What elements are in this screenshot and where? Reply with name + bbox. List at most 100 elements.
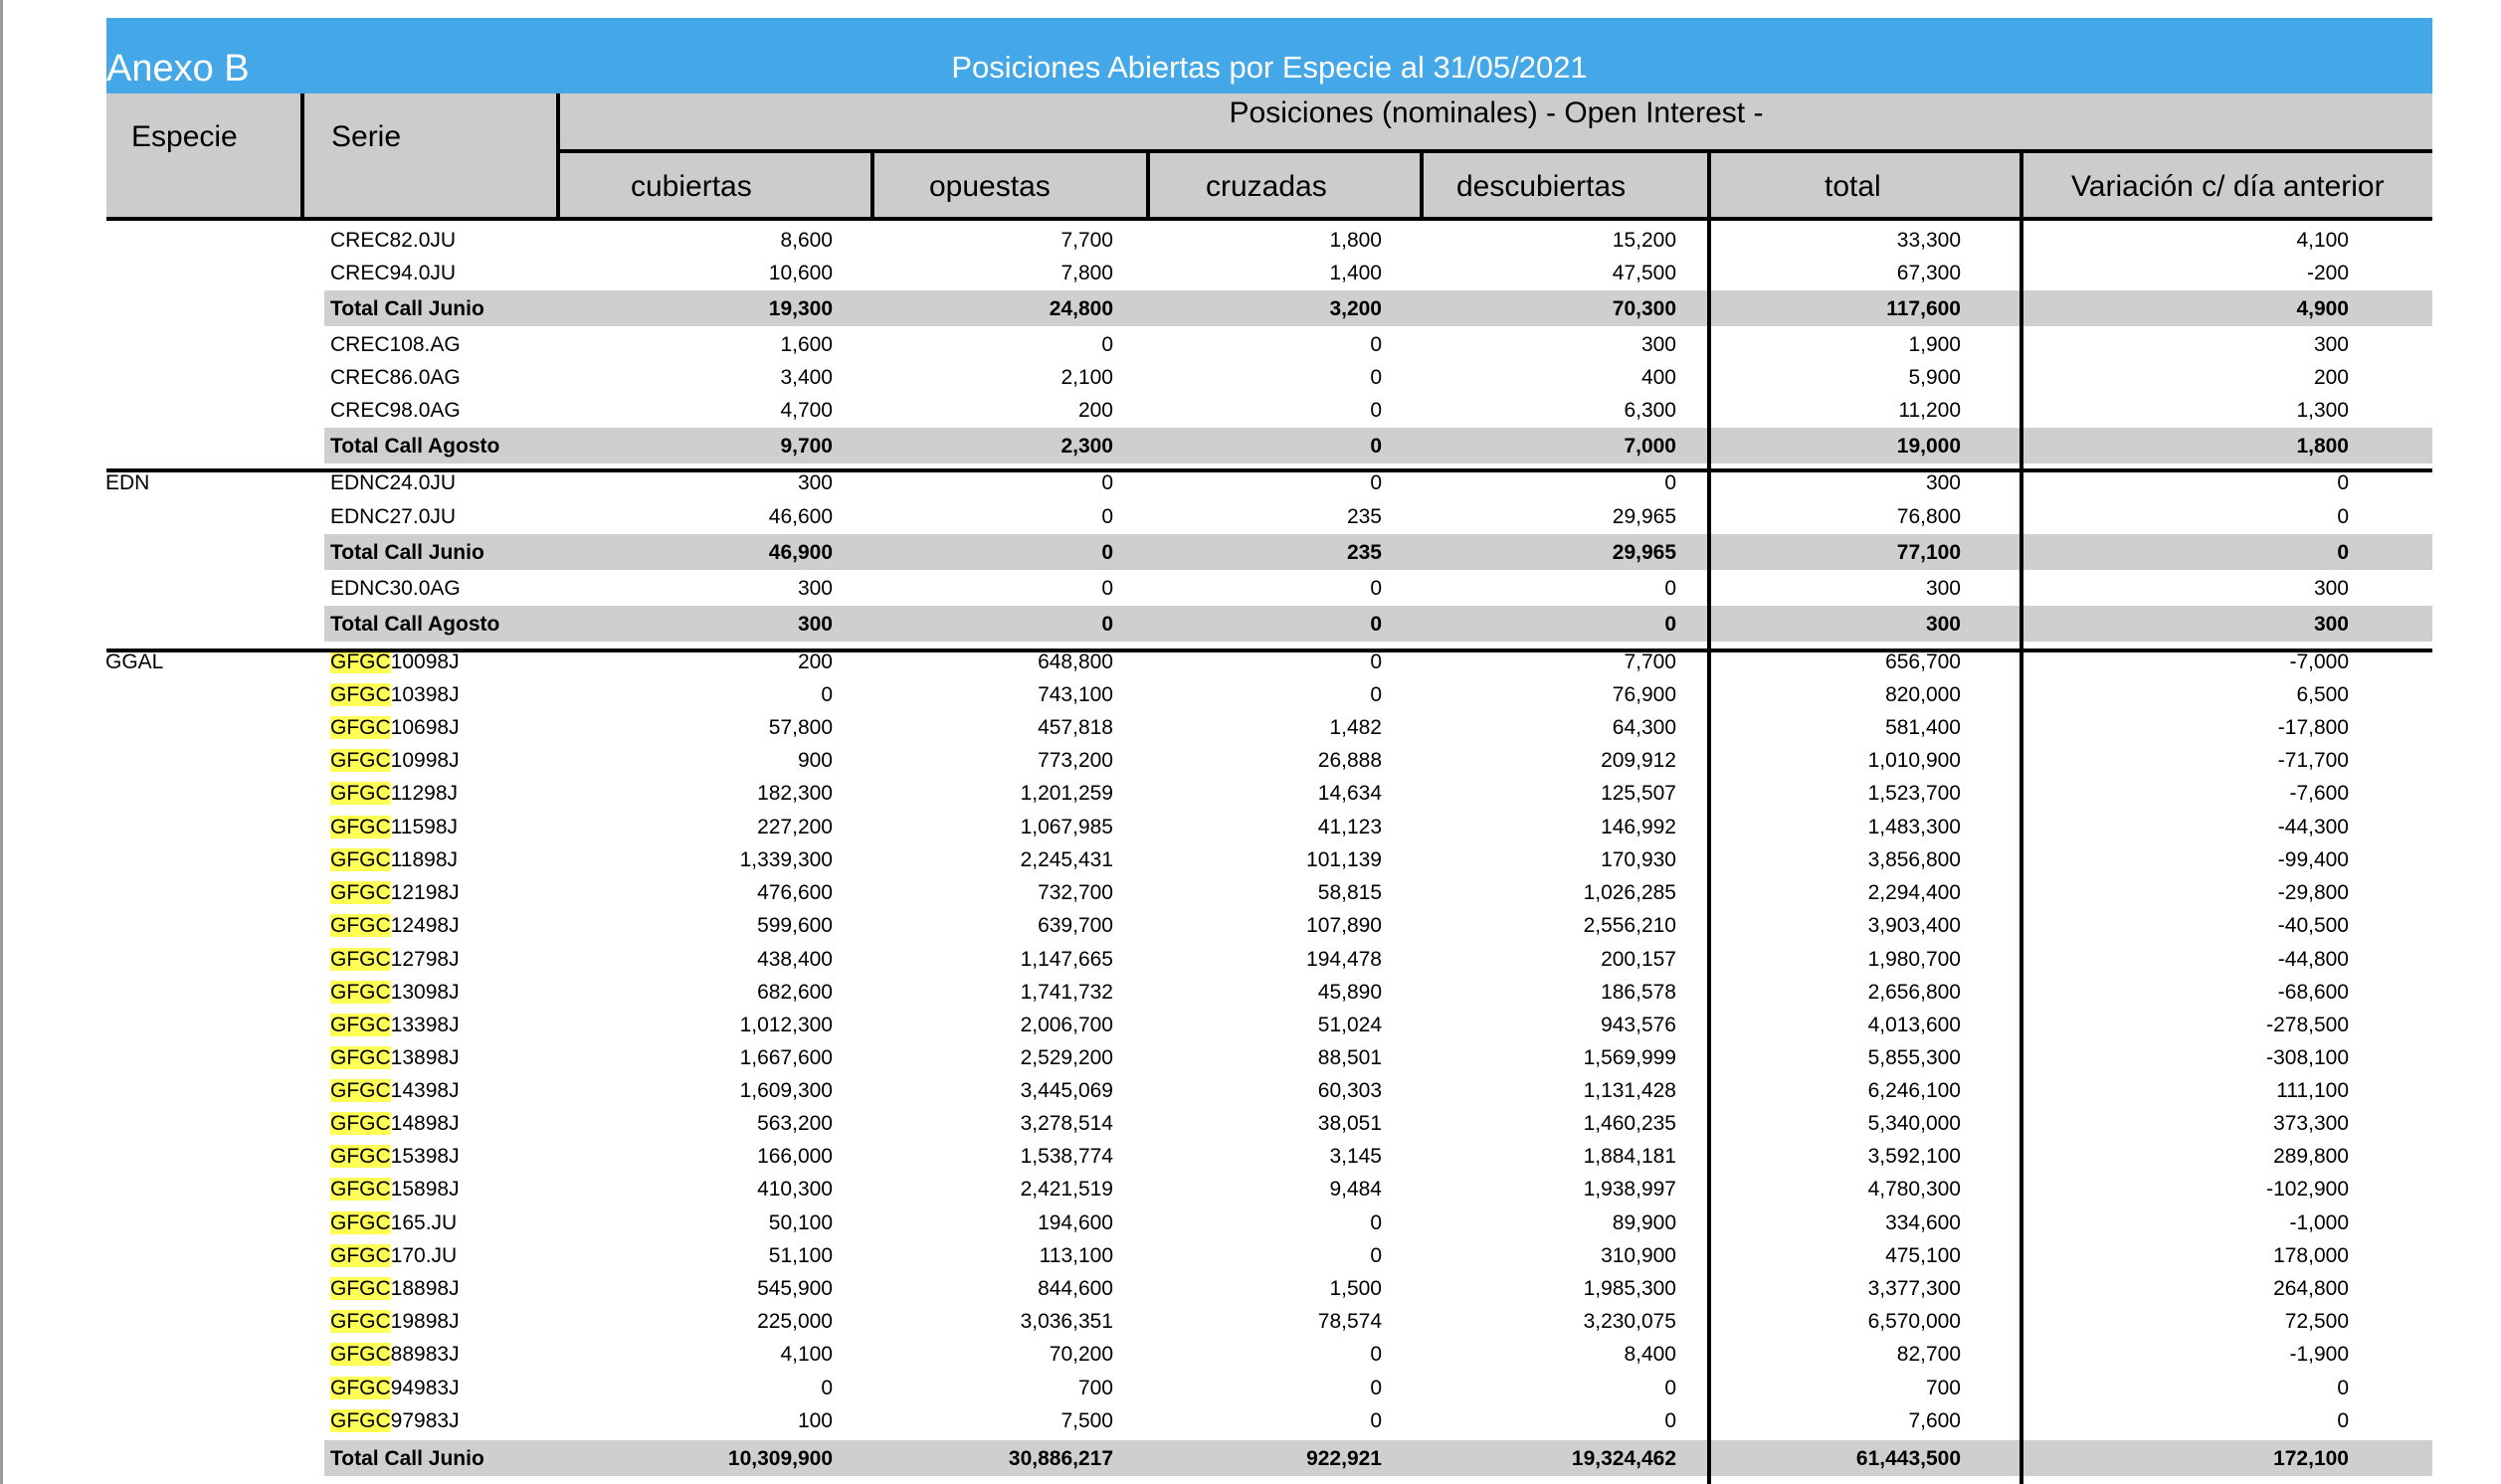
value-cell-cruzadas: 194,478 <box>1306 948 1382 971</box>
value-cell-descubiertas: 0 <box>1664 577 1676 600</box>
value-cell-descubiertas: 186,578 <box>1601 981 1676 1004</box>
serie-cell: GFGC12198J <box>330 876 460 910</box>
value-cell-cubiertas: 10,600 <box>768 262 833 284</box>
value-cell-total: 3,592,100 <box>1867 1145 1961 1168</box>
value-cell-cruzadas: 0 <box>1370 1409 1382 1432</box>
value-cell-descubiertas: 170,930 <box>1601 848 1676 871</box>
value-cell-descubiertas: 0 <box>1664 1377 1676 1399</box>
value-cell-total: 1,523,700 <box>1867 782 1961 805</box>
value-cell-opuestas: 700 <box>1077 1377 1113 1399</box>
value-cell-opuestas: 639,700 <box>1038 914 1113 937</box>
value-cell-cruzadas: 235 <box>1346 505 1382 528</box>
total-label: Total Call Junio <box>330 297 484 320</box>
value-cell-descubiertas: 310,900 <box>1601 1244 1676 1267</box>
value-cell-cubiertas: 182,300 <box>757 782 833 805</box>
value-cell-variación: 300 <box>2313 577 2349 600</box>
value-cell-variación: -1,900 <box>2289 1343 2349 1366</box>
value-cell-total: 3,377,300 <box>1867 1277 1961 1300</box>
value-cell-variación: -200 <box>2306 262 2349 284</box>
serie-suffix: 18898J <box>390 1277 460 1300</box>
serie-prefix-highlight: GFGC <box>330 848 391 871</box>
serie-suffix: 14398J <box>390 1079 460 1102</box>
value-cell-total: 6,246,100 <box>1867 1079 1961 1102</box>
value-cell-opuestas: 194,600 <box>1038 1211 1113 1234</box>
serie-cell: GFGC97983J <box>330 1404 460 1438</box>
value-cell-cruzadas: 58,815 <box>1317 881 1382 904</box>
total-label: Total Call Junio <box>330 541 484 564</box>
value-cell-descubiertas: 943,576 <box>1601 1014 1676 1036</box>
serie-prefix-highlight: GFGC <box>330 881 391 904</box>
header-divider <box>1420 151 1424 221</box>
serie-cell: GFGC94983J <box>330 1372 460 1405</box>
serie-prefix-highlight: GFGC <box>330 782 391 805</box>
value-cell-cruzadas: 1,400 <box>1329 262 1382 284</box>
serie-prefix-highlight: GFGC <box>330 816 391 838</box>
value-cell-cruzadas: 0 <box>1370 1244 1382 1267</box>
value-cell-cubiertas: 51,100 <box>768 1244 833 1267</box>
total-label: Total Call Junio <box>330 1447 484 1470</box>
value-cell-total: 6,570,000 <box>1867 1310 1961 1333</box>
serie-prefix-highlight: GFGC <box>330 981 391 1004</box>
value-cell-cruzadas: 51,024 <box>1317 1014 1382 1036</box>
value-cell-descubiertas: 64,300 <box>1612 716 1676 739</box>
group-separator <box>106 649 2432 652</box>
value-cell-total: 5,900 <box>1908 366 1961 389</box>
serie-cell: CREC94.0JU <box>330 262 457 284</box>
value-cell-cruzadas: 0 <box>1370 683 1382 706</box>
serie-suffix: 13398J <box>390 1014 460 1036</box>
value-cell-opuestas: 70,200 <box>1049 1343 1113 1366</box>
value-cell-total: 475,100 <box>1885 1244 1961 1267</box>
value-cell-cubiertas: 682,600 <box>757 981 833 1004</box>
serie-cell: EDNC30.0AG <box>330 577 461 600</box>
value-cell-opuestas: 732,700 <box>1038 881 1113 904</box>
value-cell-cruzadas: 26,888 <box>1317 749 1382 772</box>
value-cell-cubiertas: 545,900 <box>757 1277 833 1300</box>
value-cell-cruzadas: 0 <box>1370 399 1382 422</box>
serie-prefix-highlight: GFGC <box>330 1046 391 1069</box>
value-cell-variación: 111,100 <box>2276 1079 2349 1102</box>
value-cell-variación: 1,800 <box>2296 435 2349 458</box>
value-cell-opuestas: 2,245,431 <box>1020 848 1113 871</box>
serie-suffix: 165.JU <box>390 1211 458 1234</box>
value-cell-descubiertas: 70,300 <box>1612 297 1676 320</box>
serie-suffix: 11598J <box>390 816 459 838</box>
value-cell-variación: 1,300 <box>2296 399 2349 422</box>
value-cell-cubiertas: 1,600 <box>780 333 833 356</box>
header-divider <box>1707 151 1711 221</box>
serie-prefix-highlight: GFGC <box>330 1014 391 1036</box>
value-cell-opuestas: 1,201,259 <box>1020 782 1113 805</box>
value-cell-opuestas: 113,100 <box>1039 1244 1113 1267</box>
value-cell-cruzadas: 1,482 <box>1329 716 1382 739</box>
value-cell-cubiertas: 19,300 <box>768 297 833 320</box>
value-cell-variación: 0 <box>2337 1377 2349 1399</box>
value-cell-total: 4,013,600 <box>1867 1014 1961 1036</box>
value-cell-descubiertas: 7,000 <box>1624 435 1676 458</box>
value-cell-descubiertas: 1,026,285 <box>1583 881 1676 904</box>
value-cell-cubiertas: 57,800 <box>768 716 833 739</box>
serie-cell: CREC108.AG <box>330 333 461 356</box>
value-cell-cruzadas: 14,634 <box>1317 782 1382 805</box>
serie-cell: GFGC12498J <box>330 909 460 943</box>
value-cell-opuestas: 0 <box>1101 577 1113 600</box>
serie-cell: GFGC11598J <box>330 811 458 844</box>
value-cell-cruzadas: 922,921 <box>1306 1447 1382 1470</box>
serie-prefix-highlight: GFGC <box>330 1112 391 1135</box>
serie-cell: GFGC10698J <box>330 711 460 745</box>
header-divider <box>2020 151 2023 221</box>
value-cell-total: 1,980,700 <box>1867 948 1961 971</box>
serie-suffix: 14898J <box>390 1112 460 1135</box>
value-cell-descubiertas: 209,912 <box>1601 749 1676 772</box>
value-cell-opuestas: 773,200 <box>1038 749 1113 772</box>
serie-prefix-highlight: GFGC <box>330 1079 391 1102</box>
value-cell-opuestas: 0 <box>1101 505 1113 528</box>
header-variacion: Variación c/ día anterior <box>2071 170 2385 203</box>
value-cell-descubiertas: 1,884,181 <box>1583 1145 1676 1168</box>
value-cell-opuestas: 844,600 <box>1038 1277 1113 1300</box>
value-cell-descubiertas: 146,992 <box>1601 816 1676 838</box>
serie-suffix: 10398J <box>390 683 460 706</box>
serie-prefix-highlight: GFGC <box>330 1145 391 1168</box>
value-cell-total: 5,855,300 <box>1867 1046 1961 1069</box>
header-opuestas: opuestas <box>929 170 1051 203</box>
value-cell-cruzadas: 38,051 <box>1317 1112 1382 1135</box>
serie-cell: CREC82.0JU <box>330 229 457 252</box>
